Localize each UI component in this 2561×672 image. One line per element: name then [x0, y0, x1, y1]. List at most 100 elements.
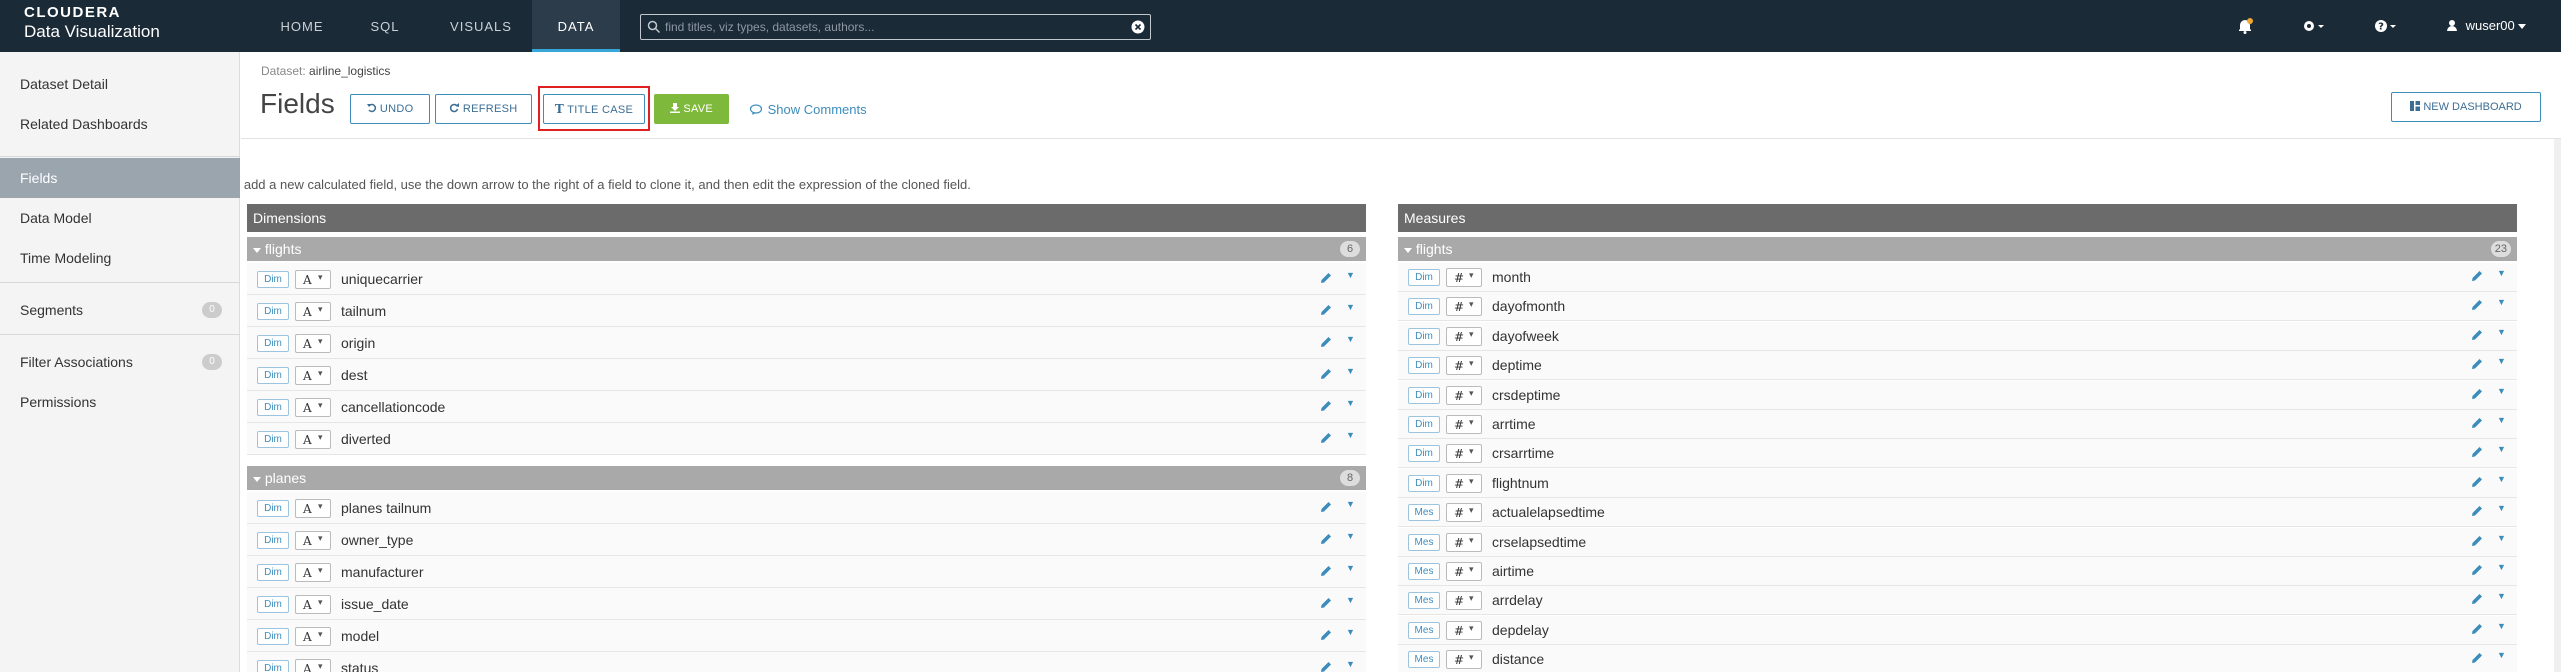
mes-group-flights-header[interactable]: flights 23 — [1398, 237, 2517, 261]
field-type-dropdown[interactable]: A ▾ — [295, 595, 331, 614]
edit-field-icon[interactable] — [1320, 271, 1332, 289]
field-role-button[interactable]: Dim — [257, 335, 289, 352]
edit-field-icon[interactable] — [1320, 399, 1332, 417]
field-role-button[interactable]: Dim — [257, 303, 289, 320]
sidebar-item-related-dashboards[interactable]: Related Dashboards — [0, 104, 240, 144]
field-type-dropdown[interactable]: # ▾ — [1446, 356, 1482, 376]
edit-field-icon[interactable] — [1320, 500, 1332, 518]
field-type-dropdown[interactable]: # ▾ — [1446, 415, 1482, 434]
field-menu-dropdown-icon[interactable]: ▼ — [2497, 297, 2506, 307]
undo-button[interactable]: UNDO — [350, 94, 430, 124]
edit-field-icon[interactable] — [2471, 534, 2483, 552]
field-role-button[interactable]: Dim — [257, 431, 289, 448]
edit-field-icon[interactable] — [1320, 628, 1332, 646]
field-role-button[interactable]: Dim — [257, 596, 289, 613]
field-type-dropdown[interactable]: # ▾ — [1446, 562, 1482, 581]
field-type-dropdown[interactable]: A ▾ — [295, 270, 331, 289]
field-role-button[interactable]: Mes — [1408, 651, 1440, 669]
edit-field-icon[interactable] — [2471, 298, 2483, 316]
save-button[interactable]: SAVE — [654, 94, 729, 124]
nav-tab-visuals[interactable]: VISUALS — [436, 0, 526, 52]
sidebar-item-segments[interactable]: Segments 0 — [0, 290, 240, 330]
field-type-dropdown[interactable]: # ▾ — [1446, 620, 1482, 640]
field-menu-dropdown-icon[interactable]: ▼ — [2497, 474, 2506, 484]
field-menu-dropdown-icon[interactable]: ▼ — [1346, 627, 1355, 637]
field-role-button[interactable]: Dim — [257, 628, 289, 645]
help-icon[interactable]: ? — [2374, 19, 2398, 33]
field-menu-dropdown-icon[interactable]: ▼ — [2497, 650, 2506, 660]
field-menu-dropdown-icon[interactable]: ▼ — [2497, 268, 2506, 278]
field-type-dropdown[interactable]: A ▾ — [295, 659, 331, 672]
field-role-button[interactable]: Dim — [1408, 327, 1440, 345]
field-role-button[interactable]: Dim — [1408, 474, 1440, 492]
nav-tab-home[interactable]: HOME — [262, 0, 342, 52]
field-type-dropdown[interactable]: A ▾ — [295, 499, 331, 518]
field-role-button[interactable]: Dim — [1408, 445, 1440, 463]
user-menu[interactable]: wuser00 — [2446, 18, 2527, 33]
field-menu-dropdown-icon[interactable]: ▼ — [2497, 533, 2506, 543]
notification-bell-icon[interactable] — [2236, 17, 2254, 35]
brand-logo[interactable]: CLOUDERA Data Visualization — [24, 5, 160, 40]
field-role-button[interactable]: Dim — [1408, 269, 1440, 286]
field-type-dropdown[interactable]: # ▾ — [1446, 385, 1482, 405]
edit-field-icon[interactable] — [2471, 592, 2483, 610]
field-role-button[interactable]: Mes — [1408, 504, 1440, 522]
field-type-dropdown[interactable]: A ▾ — [295, 627, 331, 646]
sidebar-item-data-model[interactable]: Data Model — [0, 198, 240, 238]
new-dashboard-button[interactable]: NEW DASHBOARD — [2391, 92, 2541, 122]
field-role-button[interactable]: Dim — [257, 399, 289, 416]
field-role-button[interactable]: Mes — [1408, 621, 1440, 639]
field-role-button[interactable]: Dim — [1408, 298, 1440, 316]
field-role-button[interactable]: Dim — [1408, 416, 1440, 433]
field-role-button[interactable]: Dim — [257, 500, 289, 517]
field-type-dropdown[interactable]: A ▾ — [295, 531, 331, 550]
field-role-button[interactable]: Dim — [257, 271, 289, 288]
field-type-dropdown[interactable]: # ▾ — [1446, 473, 1482, 493]
dim-group-flights-header[interactable]: flights 6 — [247, 237, 1366, 261]
field-menu-dropdown-icon[interactable]: ▼ — [2497, 621, 2506, 631]
edit-field-icon[interactable] — [1320, 335, 1332, 353]
sidebar-item-dataset-detail[interactable]: Dataset Detail — [0, 64, 240, 104]
sidebar-item-time-modeling[interactable]: Time Modeling — [0, 238, 240, 278]
nav-tab-sql[interactable]: SQL — [350, 0, 420, 52]
field-menu-dropdown-icon[interactable]: ▼ — [2497, 386, 2506, 396]
edit-field-icon[interactable] — [1320, 532, 1332, 550]
sidebar-item-fields[interactable]: Fields — [0, 158, 240, 198]
edit-field-icon[interactable] — [2471, 563, 2483, 581]
edit-field-icon[interactable] — [2471, 651, 2483, 669]
field-role-button[interactable]: Dim — [1408, 386, 1440, 404]
field-type-dropdown[interactable]: # ▾ — [1446, 444, 1482, 464]
edit-field-icon[interactable] — [1320, 596, 1332, 614]
search-input[interactable] — [665, 18, 1125, 36]
settings-gear-icon[interactable] — [2302, 19, 2326, 33]
field-menu-dropdown-icon[interactable]: ▼ — [1346, 430, 1355, 440]
edit-field-icon[interactable] — [2471, 269, 2483, 287]
field-type-dropdown[interactable]: # ▾ — [1446, 268, 1482, 287]
vertical-scrollbar[interactable] — [2554, 139, 2561, 672]
field-menu-dropdown-icon[interactable]: ▼ — [2497, 356, 2506, 366]
field-type-dropdown[interactable]: A ▾ — [295, 366, 331, 385]
edit-field-icon[interactable] — [2471, 622, 2483, 640]
field-type-dropdown[interactable]: A ▾ — [295, 430, 331, 449]
clear-search-icon[interactable] — [1131, 20, 1145, 34]
field-type-dropdown[interactable]: # ▾ — [1446, 650, 1482, 670]
nav-tab-data[interactable]: DATA — [532, 0, 620, 52]
sidebar-item-filter-associations[interactable]: Filter Associations 0 — [0, 342, 240, 382]
field-type-dropdown[interactable]: # ▾ — [1446, 503, 1482, 523]
edit-field-icon[interactable] — [2471, 357, 2483, 375]
edit-field-icon[interactable] — [2471, 445, 2483, 463]
dim-group-planes-header[interactable]: planes 8 — [247, 466, 1366, 490]
field-role-button[interactable]: Dim — [257, 564, 289, 581]
edit-field-icon[interactable] — [1320, 660, 1332, 672]
field-menu-dropdown-icon[interactable]: ▼ — [1346, 595, 1355, 605]
field-type-dropdown[interactable]: A ▾ — [295, 334, 331, 353]
field-menu-dropdown-icon[interactable]: ▼ — [1346, 398, 1355, 408]
field-type-dropdown[interactable]: A ▾ — [295, 398, 331, 417]
field-menu-dropdown-icon[interactable]: ▼ — [2497, 562, 2506, 572]
field-menu-dropdown-icon[interactable]: ▼ — [2497, 415, 2506, 425]
field-role-button[interactable]: Mes — [1408, 592, 1440, 610]
field-menu-dropdown-icon[interactable]: ▼ — [2497, 591, 2506, 601]
field-menu-dropdown-icon[interactable]: ▼ — [2497, 444, 2506, 454]
field-menu-dropdown-icon[interactable]: ▼ — [1346, 334, 1355, 344]
edit-field-icon[interactable] — [2471, 387, 2483, 405]
